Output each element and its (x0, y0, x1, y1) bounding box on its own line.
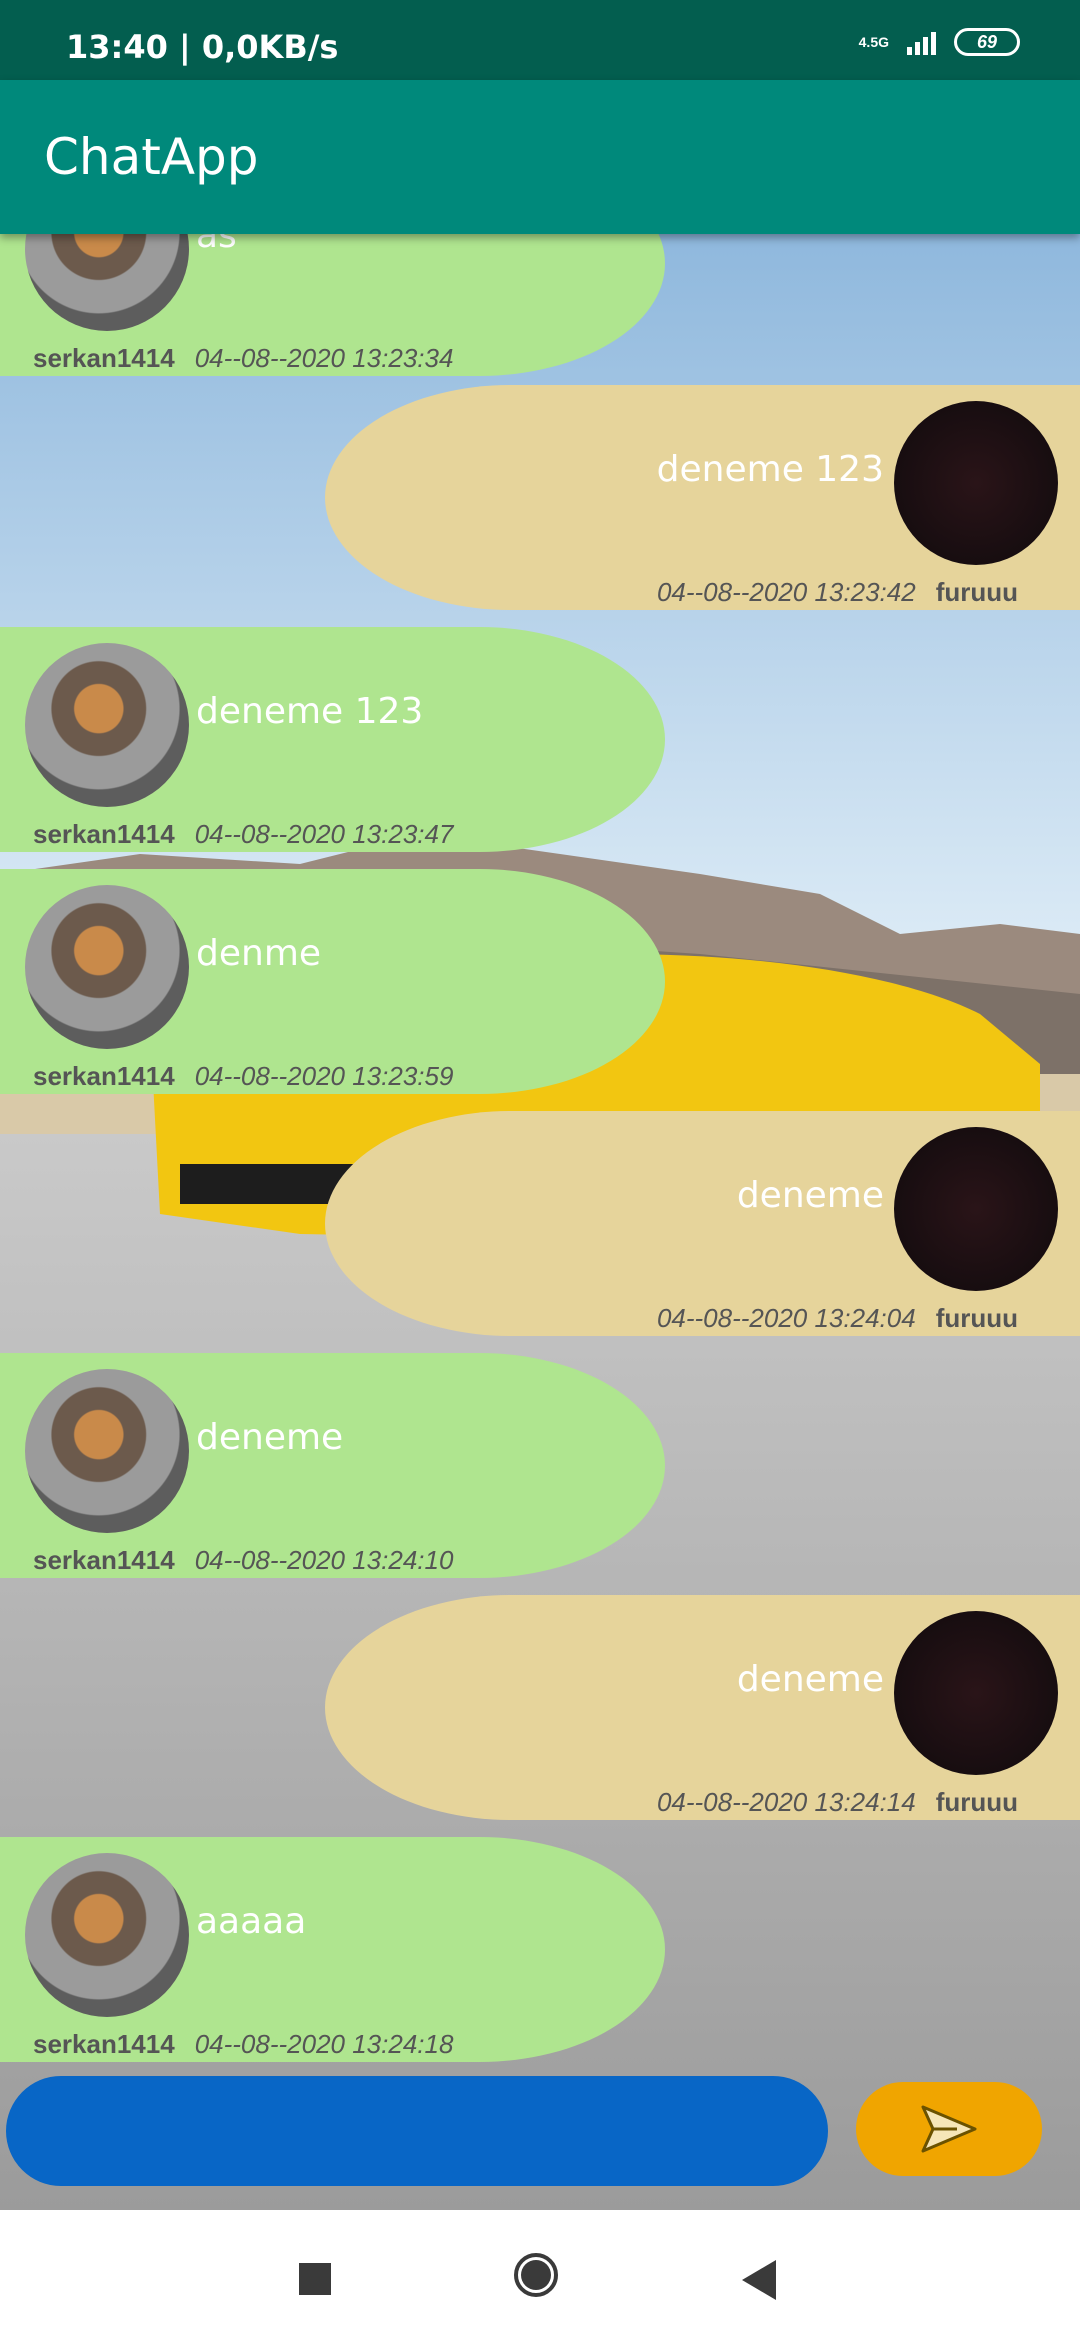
message-timestamp: 04--08--2020 13:24:04 (656, 1303, 916, 1333)
message-meta: 04--08--2020 13:24:14 furuuu (657, 1787, 1018, 1818)
message-timestamp: 04--08--2020 13:24:10 (194, 1545, 454, 1575)
back-icon[interactable] (742, 2260, 776, 2300)
message-meta: serkan1414 04--08--2020 13:23:34 (33, 343, 453, 374)
message-meta: 04--08--2020 13:23:42 furuuu (657, 577, 1018, 608)
app-bar: ChatApp (0, 80, 1080, 234)
status-time: 13:40 | 0,0KB/s (66, 28, 339, 66)
message-sender: furuuu (935, 1787, 1018, 1817)
battery-icon: 69 (954, 28, 1020, 56)
message-composer (0, 2076, 1080, 2210)
message-sender: furuuu (935, 1303, 1018, 1333)
message-timestamp: 04--08--2020 13:24:18 (194, 2029, 454, 2059)
status-bar: 13:40 | 0,0KB/s 4.5G 69 (0, 0, 1080, 80)
message-sender: serkan1414 (33, 819, 175, 849)
message-timestamp: 04--08--2020 13:23:47 (194, 819, 454, 849)
message-bubble[interactable]: deneme 123 serkan1414 04--08--2020 13:23… (0, 627, 665, 852)
message-timestamp: 04--08--2020 13:23:59 (194, 1061, 454, 1091)
message-meta: serkan1414 04--08--2020 13:24:10 (33, 1545, 453, 1576)
message-meta: 04--08--2020 13:24:04 furuuu (657, 1303, 1018, 1334)
message-text: denme (196, 933, 322, 974)
message-bubble[interactable]: deneme 04--08--2020 13:24:04 furuuu (325, 1111, 1080, 1336)
avatar[interactable] (25, 234, 189, 331)
navigation-bar (0, 2210, 1080, 2340)
message-bubble[interactable]: as serkan1414 04--08--2020 13:23:34 (0, 234, 665, 376)
recents-icon[interactable] (299, 2263, 331, 2295)
battery-level: 69 (976, 31, 998, 52)
avatar[interactable] (25, 1853, 189, 2017)
chat-area[interactable]: as serkan1414 04--08--2020 13:23:34 dene… (0, 234, 1080, 2210)
message-text: deneme 123 (656, 449, 884, 490)
network-type-label: 4.5G (858, 34, 889, 50)
home-icon[interactable] (514, 2253, 558, 2297)
message-bubble[interactable]: deneme 123 04--08--2020 13:23:42 furuuu (325, 385, 1080, 610)
message-sender: furuuu (935, 577, 1018, 607)
message-timestamp: 04--08--2020 13:23:42 (656, 577, 916, 607)
message-bubble[interactable]: deneme 04--08--2020 13:24:14 furuuu (325, 1595, 1080, 1820)
avatar[interactable] (894, 401, 1058, 565)
avatar[interactable] (25, 643, 189, 807)
message-text: deneme (736, 1175, 884, 1216)
message-sender: serkan1414 (33, 1545, 175, 1575)
message-timestamp: 04--08--2020 13:24:14 (656, 1787, 916, 1817)
message-timestamp: 04--08--2020 13:23:34 (194, 343, 454, 373)
status-icons: 4.5G 69 (859, 28, 1020, 56)
message-text: deneme (196, 1417, 344, 1458)
message-sender: serkan1414 (33, 2029, 175, 2059)
message-bubble[interactable]: aaaaa serkan1414 04--08--2020 13:24:18 (0, 1837, 665, 2062)
avatar[interactable] (25, 885, 189, 1049)
send-button[interactable] (856, 2082, 1042, 2176)
message-text: deneme (736, 1659, 884, 1700)
message-meta: serkan1414 04--08--2020 13:24:18 (33, 2029, 453, 2060)
message-meta: serkan1414 04--08--2020 13:23:47 (33, 819, 453, 850)
app-title: ChatApp (44, 128, 259, 186)
send-icon (921, 2105, 977, 2153)
message-text: aaaaa (196, 1901, 307, 1942)
message-text: as (196, 234, 237, 256)
message-bubble[interactable]: denme serkan1414 04--08--2020 13:23:59 (0, 869, 665, 1094)
signal-icon (907, 29, 936, 55)
message-meta: serkan1414 04--08--2020 13:23:59 (33, 1061, 453, 1092)
avatar[interactable] (894, 1127, 1058, 1291)
message-sender: serkan1414 (33, 1061, 175, 1091)
avatar[interactable] (894, 1611, 1058, 1775)
message-text: deneme 123 (196, 691, 424, 732)
message-input[interactable] (6, 2076, 828, 2186)
message-bubble[interactable]: deneme serkan1414 04--08--2020 13:24:10 (0, 1353, 665, 1578)
avatar[interactable] (25, 1369, 189, 1533)
message-sender: serkan1414 (33, 343, 175, 373)
